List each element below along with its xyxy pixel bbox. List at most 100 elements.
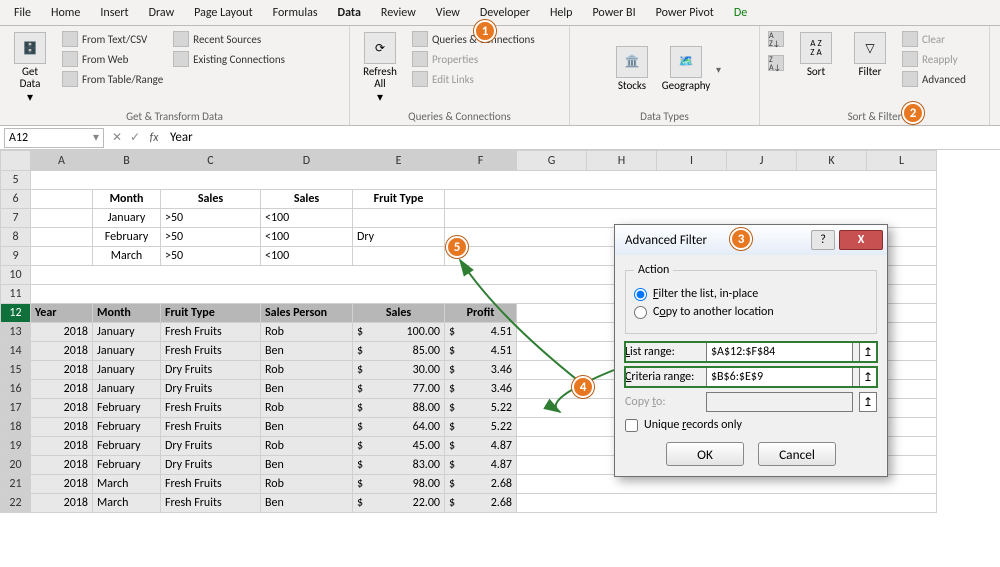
cell[interactable]: $2.68: [445, 494, 517, 513]
list-range-input[interactable]: [706, 342, 853, 362]
column-header[interactable]: C: [161, 151, 261, 171]
recent-sources-button[interactable]: Recent Sources: [171, 30, 287, 48]
sort-asc-button[interactable]: AZ↓: [766, 30, 786, 48]
cell[interactable]: Fruit Type: [161, 304, 261, 323]
cell[interactable]: Dry: [353, 228, 445, 247]
cell[interactable]: Dry Fruits: [161, 380, 261, 399]
cell[interactable]: February: [93, 228, 161, 247]
cell[interactable]: 2018: [31, 380, 93, 399]
filter-in-place-radio[interactable]: Filter the list, in-place: [634, 287, 868, 301]
criteria-range-input[interactable]: [706, 367, 853, 387]
column-header[interactable]: G: [517, 151, 587, 171]
column-header[interactable]: J: [727, 151, 797, 171]
column-header[interactable]: A: [31, 151, 93, 171]
row-header[interactable]: 17: [1, 399, 31, 418]
from-text-csv-button[interactable]: From Text/CSV: [60, 30, 165, 48]
cell[interactable]: Sales: [261, 190, 353, 209]
cell[interactable]: $3.46: [445, 361, 517, 380]
row-header[interactable]: 6: [1, 190, 31, 209]
ok-button[interactable]: OK: [666, 442, 744, 466]
cell[interactable]: 2018: [31, 418, 93, 437]
cell[interactable]: Rob: [261, 475, 353, 494]
cell[interactable]: $77.00: [353, 380, 445, 399]
row-header[interactable]: 14: [1, 342, 31, 361]
dialog-close-button[interactable]: X: [839, 230, 883, 250]
column-header[interactable]: F: [445, 151, 517, 171]
cell[interactable]: <100: [261, 209, 353, 228]
cell[interactable]: Fresh Fruits: [161, 399, 261, 418]
row-header[interactable]: 16: [1, 380, 31, 399]
cell[interactable]: March: [93, 247, 161, 266]
tab-power-pivot[interactable]: Power Pivot: [646, 2, 724, 24]
cell[interactable]: January: [93, 361, 161, 380]
cell[interactable]: Dry Fruits: [161, 437, 261, 456]
cell[interactable]: $4.51: [445, 323, 517, 342]
dropdown-icon[interactable]: ▾: [716, 63, 721, 76]
cell[interactable]: [353, 209, 445, 228]
range-select-button[interactable]: ↥: [859, 367, 877, 387]
cell[interactable]: 2018: [31, 399, 93, 418]
row-header[interactable]: 11: [1, 285, 31, 304]
cell[interactable]: Rob: [261, 437, 353, 456]
copy-location-radio[interactable]: Copy to another location: [634, 305, 868, 319]
radio-input[interactable]: [634, 306, 647, 319]
cell[interactable]: Sales: [353, 304, 445, 323]
tab-insert[interactable]: Insert: [90, 2, 138, 24]
cell[interactable]: Ben: [261, 342, 353, 361]
radio-input[interactable]: [634, 288, 647, 301]
cell[interactable]: Ben: [261, 380, 353, 399]
row-header[interactable]: 8: [1, 228, 31, 247]
cell[interactable]: $4.51: [445, 342, 517, 361]
cell[interactable]: January: [93, 380, 161, 399]
range-select-button[interactable]: ↥: [859, 392, 877, 412]
refresh-all-button[interactable]: ⟳ Refresh All ▾: [356, 30, 404, 107]
cancel-formula-icon[interactable]: ✕: [108, 130, 126, 145]
filter-button[interactable]: ▽ Filter: [846, 30, 894, 80]
cell[interactable]: February: [93, 418, 161, 437]
cell[interactable]: Month: [93, 304, 161, 323]
column-header[interactable]: H: [587, 151, 657, 171]
cell[interactable]: $45.00: [353, 437, 445, 456]
cell[interactable]: $83.00: [353, 456, 445, 475]
cell[interactable]: >50: [161, 247, 261, 266]
cell[interactable]: Dry Fruits: [161, 361, 261, 380]
tab-home[interactable]: Home: [41, 2, 90, 24]
name-box[interactable]: A12▾: [4, 128, 104, 148]
cell[interactable]: $4.87: [445, 437, 517, 456]
geography-button[interactable]: 🗺️ Geography: [662, 44, 710, 94]
cell[interactable]: February: [93, 399, 161, 418]
cell[interactable]: Rob: [261, 361, 353, 380]
cell[interactable]: January: [93, 323, 161, 342]
from-table-range-button[interactable]: From Table/Range: [60, 70, 165, 88]
cell[interactable]: Fresh Fruits: [161, 323, 261, 342]
cell[interactable]: Profit: [445, 304, 517, 323]
tab-draw[interactable]: Draw: [139, 2, 185, 24]
row-header[interactable]: 13: [1, 323, 31, 342]
dialog-help-button[interactable]: ?: [811, 230, 835, 250]
cell[interactable]: Ben: [261, 494, 353, 513]
column-header[interactable]: K: [797, 151, 867, 171]
row-header[interactable]: 22: [1, 494, 31, 513]
formula-input[interactable]: [164, 130, 1000, 145]
unique-records-checkbox[interactable]: Unique records only: [625, 418, 877, 432]
cell[interactable]: Year: [31, 304, 93, 323]
from-web-button[interactable]: From Web: [60, 50, 165, 68]
cell[interactable]: Fresh Fruits: [161, 418, 261, 437]
cell[interactable]: February: [93, 437, 161, 456]
cell[interactable]: $2.68: [445, 475, 517, 494]
get-data-button[interactable]: 🗄️ Get Data ▾: [6, 30, 54, 107]
cell[interactable]: 2018: [31, 456, 93, 475]
cancel-button[interactable]: Cancel: [758, 442, 836, 466]
enter-formula-icon[interactable]: ✓: [126, 130, 144, 145]
row-header[interactable]: 7: [1, 209, 31, 228]
tab-page-layout[interactable]: Page Layout: [184, 2, 262, 24]
cell[interactable]: January: [93, 342, 161, 361]
cell[interactable]: [353, 247, 445, 266]
tab-view[interactable]: View: [426, 2, 470, 24]
row-header[interactable]: 9: [1, 247, 31, 266]
cell[interactable]: $4.87: [445, 456, 517, 475]
tab-review[interactable]: Review: [371, 2, 426, 24]
row-header[interactable]: 10: [1, 266, 31, 285]
sort-desc-button[interactable]: ZA↓: [766, 54, 786, 72]
cell[interactable]: $22.00: [353, 494, 445, 513]
